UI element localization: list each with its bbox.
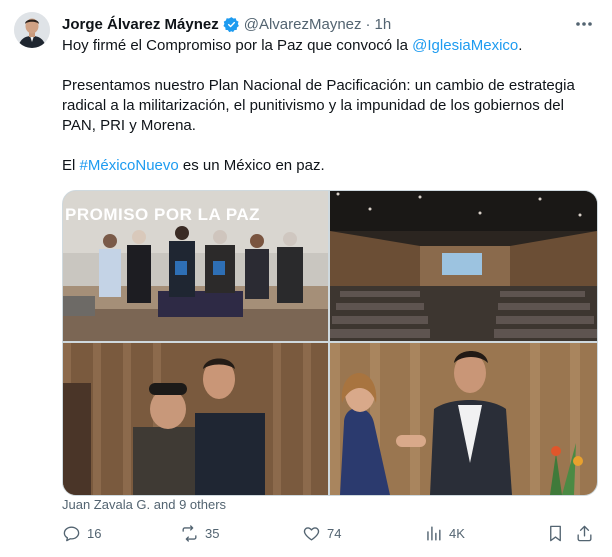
like-count: 74 [327,526,342,541]
hashtag-link[interactable]: #MéxicoNuevo [80,157,179,174]
mention-link[interactable]: @IglesiaMexico [412,37,518,54]
tweet-paragraph-2: Presentamos nuestro Plan Nacional de Pac… [62,77,575,134]
repost-count: 35 [205,526,220,541]
bookmark-button[interactable] [546,524,571,543]
repost-icon [182,525,197,542]
reply-button[interactable]: 16 [62,524,101,543]
bookmark-icon [550,525,561,542]
separator-dot: · [365,15,371,33]
avatar[interactable] [14,12,50,48]
like-icon [303,527,320,541]
tweet-paragraph-3-end: es un México en paz. [178,157,325,174]
tweet-text: Hoy firmé el Compromiso por la Paz que c… [62,36,590,176]
tweet-line-1-end: . [518,37,523,54]
reply-icon [63,526,80,542]
repost-button[interactable]: 35 [180,524,219,543]
reply-count: 16 [87,526,102,541]
tweet-header: Jorge Álvarez Máynez @AlvarezMaynez · 1h [62,14,600,34]
views-icon [427,526,441,541]
avatar-image [14,12,50,48]
share-icon [577,525,592,542]
tweet-line-1-text: Hoy firmé el Compromiso por la Paz que c… [62,37,413,54]
share-button[interactable] [575,524,600,543]
author-handle[interactable]: @AlvarezMaynez [244,16,362,33]
media-grid: PROMISO POR LA PAZ [62,190,598,496]
like-button[interactable]: 74 [302,524,341,543]
photo-handshake-right[interactable] [330,343,597,495]
tweet-line-1: Hoy firmé el Compromiso por la Paz que c… [62,36,590,56]
views-count: 4K [449,526,465,541]
photo-auditorium[interactable] [330,191,597,341]
tweet-paragraph-3-start: El [62,157,80,174]
action-bar: 16 35 74 4K [62,524,598,546]
views-button[interactable]: 4K [424,524,465,543]
more-icon[interactable] [574,14,594,34]
photo-group-signing[interactable]: PROMISO POR LA PAZ [63,191,328,341]
liked-by-text[interactable]: Juan Zavala G. and 9 others [62,497,226,512]
photo-handshake-left[interactable] [63,343,328,495]
verified-badge-icon [223,16,239,32]
timestamp[interactable]: 1h [375,16,392,33]
author-name[interactable]: Jorge Álvarez Máynez [62,16,219,33]
banner-text: PROMISO POR LA PAZ [65,205,261,224]
tweet-paragraph-3: El #MéxicoNuevo es un México en paz. [62,156,590,176]
